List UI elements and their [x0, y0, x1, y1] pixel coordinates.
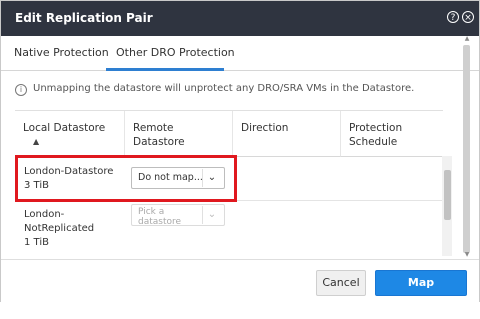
scroll-up-icon[interactable]: ▲ — [462, 35, 472, 42]
local-datastore-size: 1 TiB — [24, 237, 49, 248]
chevron-down-icon: ⌄ — [202, 206, 221, 224]
highlight-box — [15, 155, 237, 202]
tab-bar: Native Protection Other DRO Protection — [1, 36, 479, 71]
sort-ascending-icon[interactable]: ▲ — [33, 135, 39, 149]
column-header-direction: Direction — [233, 111, 341, 157]
info-icon: i — [15, 84, 27, 96]
dialog-scroll-thumb[interactable] — [463, 45, 470, 253]
help-icon[interactable]: ? — [447, 11, 459, 23]
table-scrollbar[interactable] — [442, 156, 452, 256]
tab-native-protection[interactable]: Native Protection — [14, 46, 109, 59]
cancel-button[interactable]: Cancel — [316, 270, 366, 296]
local-datastore-name-line1: London- — [24, 209, 65, 220]
scroll-down-icon[interactable]: ▼ — [462, 251, 472, 258]
column-header-local-datastore[interactable]: Local Datastore▲ — [15, 111, 125, 157]
dialog-footer: Cancel Map Datastores — [1, 259, 479, 313]
column-header-remote-datastore: Remote Datastore — [125, 111, 233, 157]
dialog-scrollbar[interactable]: ▲ ▼ — [462, 35, 472, 259]
table-row: London- NotReplicated 1 TiB Pick a datas… — [15, 200, 443, 264]
table-scroll-thumb[interactable] — [444, 170, 451, 220]
edit-replication-pair-dialog: Edit Replication Pair ? × Native Protect… — [0, 0, 480, 313]
remote-datastore-select-placeholder: Pick a datastore — [138, 207, 182, 227]
column-header-protection-schedule: Protection Schedule — [341, 111, 443, 157]
active-tab-indicator — [106, 68, 224, 71]
map-datastores-button[interactable]: Map Datastores — [375, 270, 467, 313]
dialog-title: Edit Replication Pair — [15, 11, 153, 25]
unmap-warning: i Unmapping the datastore will unprotect … — [15, 83, 414, 96]
remote-datastore-select-disabled: Pick a datastore ⌄ — [131, 204, 225, 227]
close-icon[interactable]: × — [462, 11, 474, 23]
unmap-warning-text: Unmapping the datastore will unprotect a… — [33, 83, 415, 94]
tab-other-dro-protection[interactable]: Other DRO Protection — [116, 46, 235, 59]
dialog-titlebar: Edit Replication Pair ? × — [1, 1, 479, 36]
local-datastore-name-line2: NotReplicated — [24, 223, 95, 234]
